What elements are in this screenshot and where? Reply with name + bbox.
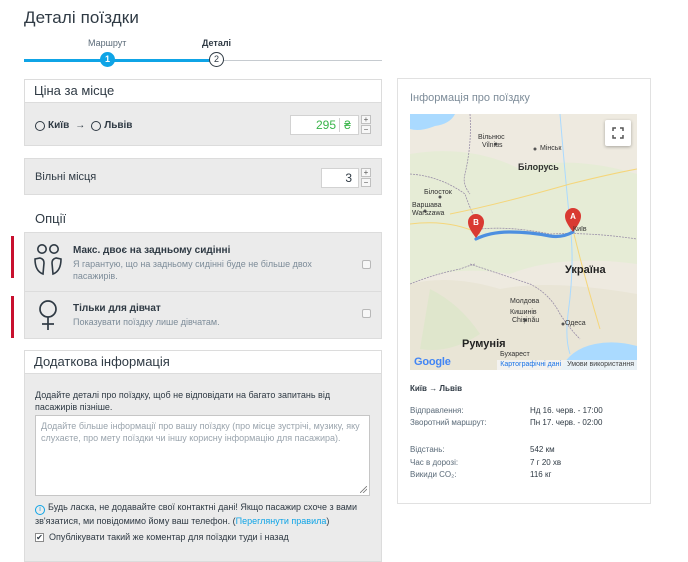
option-description: Показувати поїздку лише дівчатам. bbox=[73, 317, 220, 327]
option-girls-only[interactable]: Тільки для дівчат Показувати поїздку лиш… bbox=[25, 291, 381, 343]
contact-notice: i Будь ласка, не додавайте свої контактні… bbox=[35, 501, 375, 528]
progress-stepper: Маршрут Деталі 1 2 bbox=[24, 36, 382, 70]
option-highlight-marker bbox=[11, 236, 14, 278]
google-logo[interactable]: Google bbox=[414, 356, 451, 368]
option-checkbox[interactable] bbox=[362, 309, 371, 318]
co2-value: 116 кг bbox=[530, 470, 552, 479]
map-label-chisinau: Кишинів bbox=[510, 309, 537, 316]
svg-text:B: B bbox=[473, 218, 479, 227]
distance-label: Відстань: bbox=[410, 445, 445, 454]
info-icon: i bbox=[35, 505, 45, 515]
return-label: Зворотний маршрут: bbox=[410, 418, 487, 427]
currency-symbol: ₴ bbox=[339, 118, 355, 132]
stepper-remaining-line bbox=[213, 60, 382, 61]
map-attribution: Картографічні дані Умови використання bbox=[497, 360, 637, 370]
fullscreen-icon bbox=[612, 127, 624, 139]
notice-paren-close: ) bbox=[326, 516, 330, 526]
map-label-kyiv: Київ bbox=[573, 226, 587, 233]
comment-textarea[interactable]: Додайте більше інформації про вашу поїзд… bbox=[35, 415, 370, 496]
map-label-warsaw: Варшава bbox=[412, 202, 442, 209]
price-panel: Ціна за місце Київ → Львів 295 ₴ + − bbox=[24, 79, 382, 146]
route-map[interactable]: B A Вільнюс Vilnius Мінськ Білорусь Біло… bbox=[410, 114, 637, 370]
route-summary: Київ → Львів bbox=[35, 120, 132, 131]
map-terms-link[interactable]: Умови використання bbox=[567, 361, 634, 368]
departure-value: Нд 16. черв. - 17:00 bbox=[530, 406, 603, 415]
svg-text:A: A bbox=[570, 212, 576, 221]
resize-grip-icon[interactable] bbox=[360, 486, 367, 493]
female-symbol-icon bbox=[39, 300, 57, 330]
map-label-vilnius-lt: Vilnius bbox=[482, 142, 503, 149]
trip-info-card: Інформація про поїздку B A Вільнюс Vilni… bbox=[397, 78, 651, 504]
comment-placeholder: Додайте більше інформації про вашу поїзд… bbox=[41, 421, 360, 443]
map-label-belarus: Білорусь bbox=[518, 162, 559, 172]
step-route-dot[interactable]: 1 bbox=[100, 52, 115, 67]
extra-info-heading: Додаткова інформація bbox=[25, 351, 381, 374]
map-label-chisinau-ro: Chișinău bbox=[512, 317, 540, 324]
extra-info-intro: Додайте деталі про поїздку, щоб не відпо… bbox=[35, 390, 331, 412]
map-data-link[interactable]: Картографічні дані bbox=[500, 361, 561, 368]
origin-city: Київ bbox=[48, 120, 70, 131]
publish-return-option[interactable]: ✔ Опублікувати такий же коментар для пої… bbox=[35, 532, 289, 542]
extra-info-panel: Додаткова інформація Додайте деталі про … bbox=[24, 350, 382, 562]
co2-label: Викиди CO₂: bbox=[410, 470, 457, 479]
map-fullscreen-button[interactable] bbox=[605, 120, 631, 146]
step-route-label[interactable]: Маршрут bbox=[88, 38, 126, 48]
page-title: Деталі поїздки bbox=[24, 8, 139, 27]
option-highlight-marker bbox=[11, 296, 14, 338]
map-label-bialystok: Білосток bbox=[424, 189, 452, 196]
option-back-seat[interactable]: Макс. двоє на задньому сидінні Я гаранту… bbox=[25, 237, 381, 289]
distance-value: 542 км bbox=[530, 445, 555, 454]
destination-radio-icon bbox=[91, 120, 102, 131]
duration-label: Час в дорозі: bbox=[410, 458, 459, 467]
trip-info-heading: Інформація про поїздку bbox=[410, 92, 530, 104]
option-title: Тільки для дівчат bbox=[73, 303, 161, 314]
price-value[interactable]: 295 bbox=[316, 118, 336, 132]
stepper-progress-line bbox=[107, 59, 213, 62]
departure-label: Відправлення: bbox=[410, 406, 464, 415]
price-stepper: + − bbox=[361, 115, 371, 135]
price-heading: Ціна за місце bbox=[25, 80, 381, 103]
origin-radio-icon bbox=[35, 120, 45, 131]
option-description: Я гарантую, що на задньому сидінні буде … bbox=[73, 259, 312, 281]
rules-link[interactable]: Переглянути правила bbox=[236, 516, 327, 526]
two-people-icon bbox=[34, 244, 62, 276]
seats-panel: Вільні місця 3 + − bbox=[24, 158, 382, 195]
trip-route-title: Київ → Львів bbox=[410, 384, 463, 393]
step-details-dot: 2 bbox=[209, 52, 224, 67]
map-canvas[interactable]: B A bbox=[410, 114, 637, 370]
map-label-romania: Румунія bbox=[462, 338, 506, 350]
options-panel: Макс. двоє на задньому сидінні Я гаранту… bbox=[24, 232, 382, 339]
price-decrease-button[interactable]: − bbox=[361, 125, 371, 134]
arrow-right-icon: → bbox=[75, 120, 86, 131]
map-label-minsk: Мінськ bbox=[540, 145, 562, 152]
option-title: Макс. двоє на задньому сидінні bbox=[73, 245, 231, 256]
options-heading: Опції bbox=[35, 211, 67, 226]
map-label-odesa: Одеса bbox=[565, 320, 586, 327]
publish-return-label: Опублікувати такий же коментар для поїзд… bbox=[49, 532, 289, 542]
map-label-warsaw-pl: Warszawa bbox=[412, 210, 445, 217]
price-increase-button[interactable]: + bbox=[361, 115, 371, 124]
destination-city: Львів bbox=[104, 120, 133, 131]
publish-return-checkbox[interactable]: ✔ bbox=[35, 532, 44, 542]
return-value: Пн 17. черв. - 02:00 bbox=[530, 418, 603, 427]
map-label-ukraine: Україна bbox=[565, 264, 606, 276]
price-input[interactable]: 295 ₴ bbox=[290, 115, 359, 135]
map-label-moldova: Молдова bbox=[510, 298, 540, 305]
map-label-bucharest: Бухарест bbox=[500, 351, 530, 358]
map-label-vilnius: Вільнюс bbox=[478, 134, 505, 141]
seats-decrease-button[interactable]: − bbox=[361, 178, 371, 187]
seats-input[interactable]: 3 bbox=[321, 168, 359, 188]
seats-label: Вільні місця bbox=[35, 171, 97, 183]
seats-stepper: + − bbox=[361, 168, 371, 188]
stepper-progress-line bbox=[24, 59, 107, 62]
step-details-label: Деталі bbox=[202, 38, 232, 48]
duration-value: 7 г 20 хв bbox=[530, 458, 562, 467]
option-checkbox[interactable] bbox=[362, 260, 371, 269]
seats-increase-button[interactable]: + bbox=[361, 168, 371, 177]
